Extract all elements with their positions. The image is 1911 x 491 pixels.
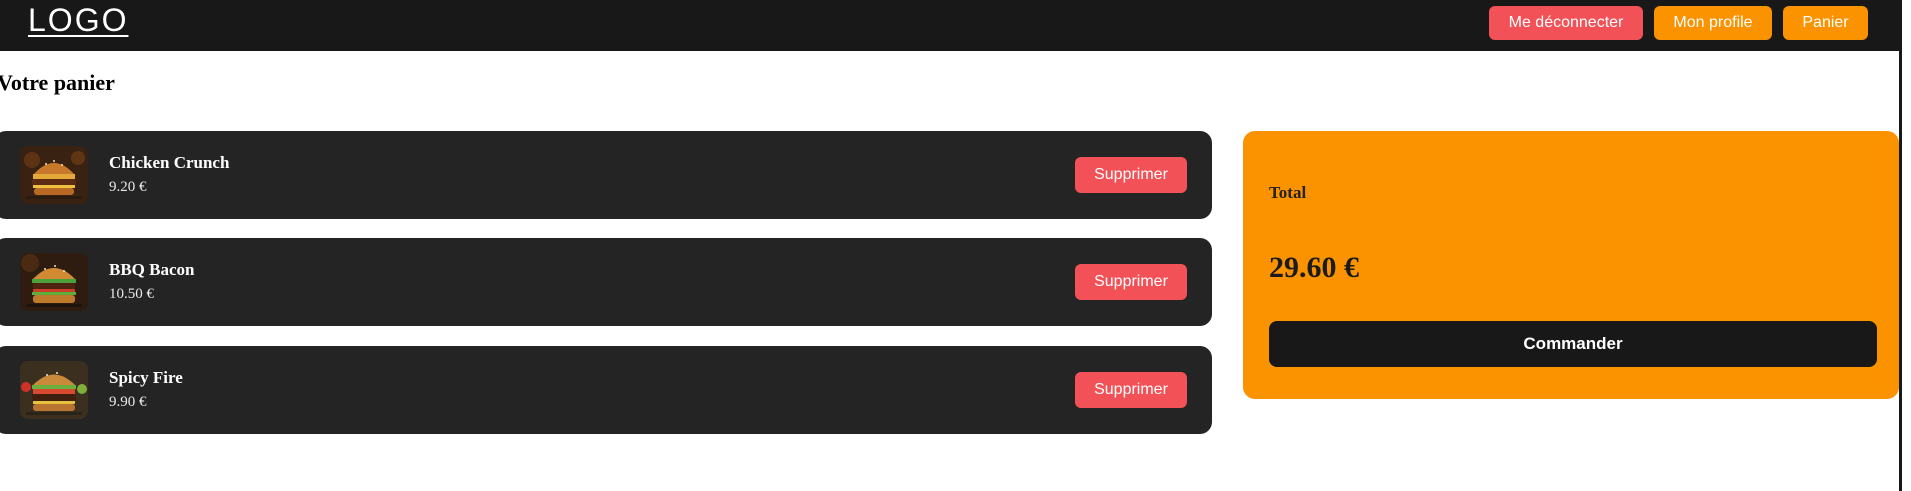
delete-item-button[interactable]: Supprimer xyxy=(1075,264,1187,300)
burger-image xyxy=(20,146,88,204)
item-name: Chicken Crunch xyxy=(109,153,230,172)
profile-button[interactable]: Mon profile xyxy=(1654,6,1772,40)
page-title: Votre panier xyxy=(0,70,115,95)
order-summary: Total 29.60 € Commander xyxy=(1243,131,1899,399)
window-edge xyxy=(1899,0,1911,491)
delete-item-button[interactable]: Supprimer xyxy=(1075,372,1187,408)
cart-item: BBQ Bacon 10.50 € Supprimer xyxy=(0,238,1212,326)
total-value: 29.60 € xyxy=(1269,251,1359,284)
logout-button[interactable]: Me déconnecter xyxy=(1489,6,1643,40)
burger-image xyxy=(20,361,88,419)
delete-item-button[interactable]: Supprimer xyxy=(1075,157,1187,193)
burger-image xyxy=(20,253,88,311)
item-price: 9.20 € xyxy=(109,179,147,195)
item-name: BBQ Bacon xyxy=(109,260,195,279)
item-price: 9.90 € xyxy=(109,394,147,410)
navbar: LOGO Me déconnecter Mon profile Panier xyxy=(0,0,1899,51)
cart-item: Chicken Crunch 9.20 € Supprimer xyxy=(0,131,1212,219)
order-button[interactable]: Commander xyxy=(1269,321,1877,367)
cart-button[interactable]: Panier xyxy=(1783,6,1868,40)
item-name: Spicy Fire xyxy=(109,368,183,387)
cart-item: Spicy Fire 9.90 € Supprimer xyxy=(0,346,1212,434)
logo-link[interactable]: LOGO xyxy=(28,2,128,39)
item-price: 10.50 € xyxy=(109,286,154,302)
total-label: Total xyxy=(1269,183,1307,202)
